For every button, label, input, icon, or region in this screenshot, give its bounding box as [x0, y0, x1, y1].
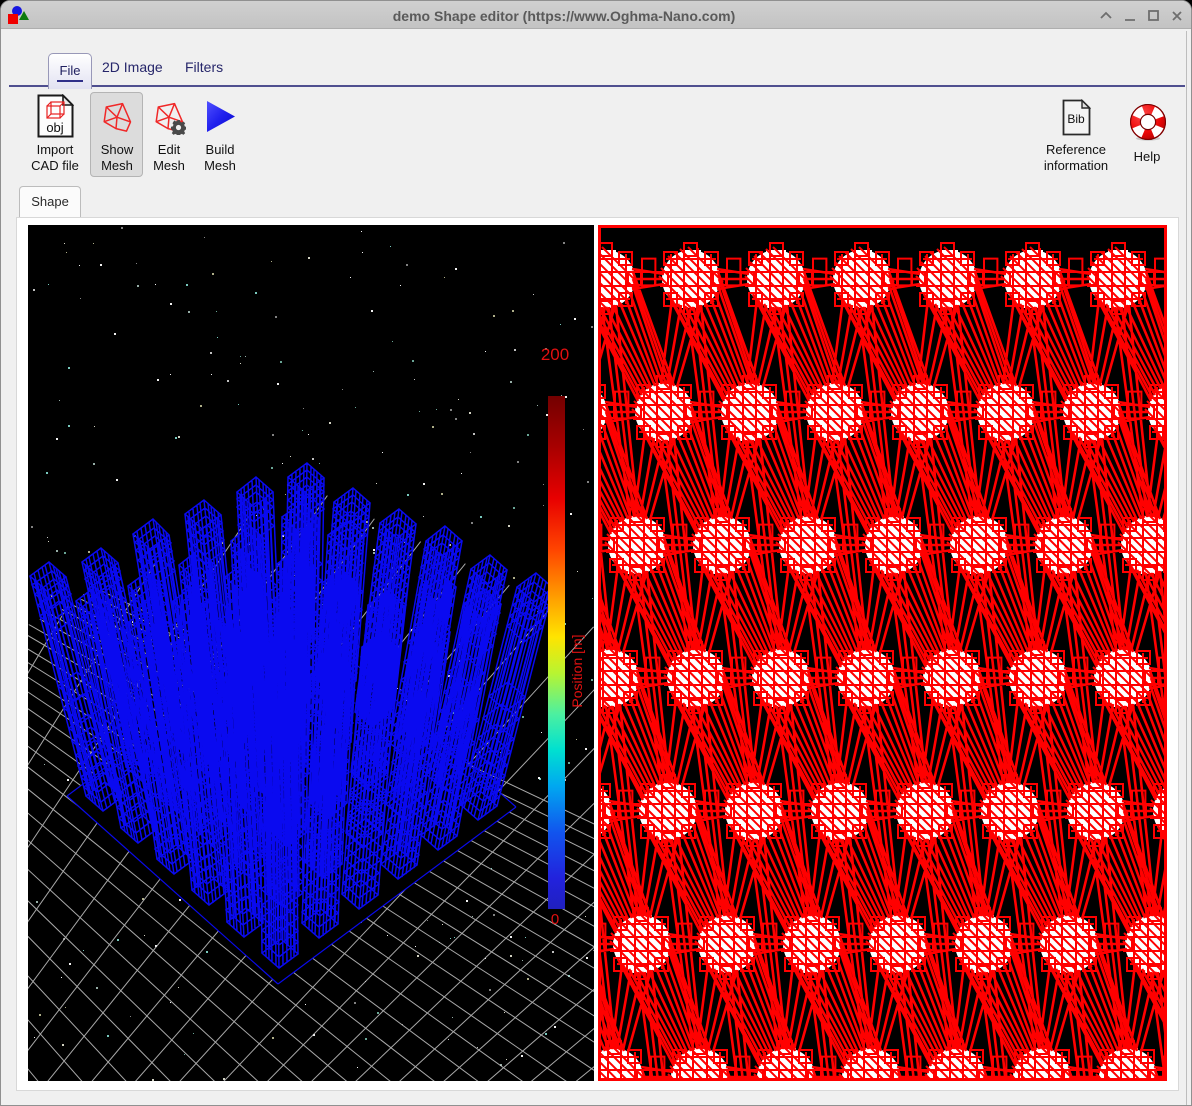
svg-text:0: 0	[551, 911, 559, 928]
svg-text:obj: obj	[46, 120, 63, 135]
svg-text:Position [m]: Position [m]	[569, 634, 585, 707]
svg-text:Bib: Bib	[1067, 112, 1085, 126]
svg-text:200: 200	[541, 345, 569, 364]
